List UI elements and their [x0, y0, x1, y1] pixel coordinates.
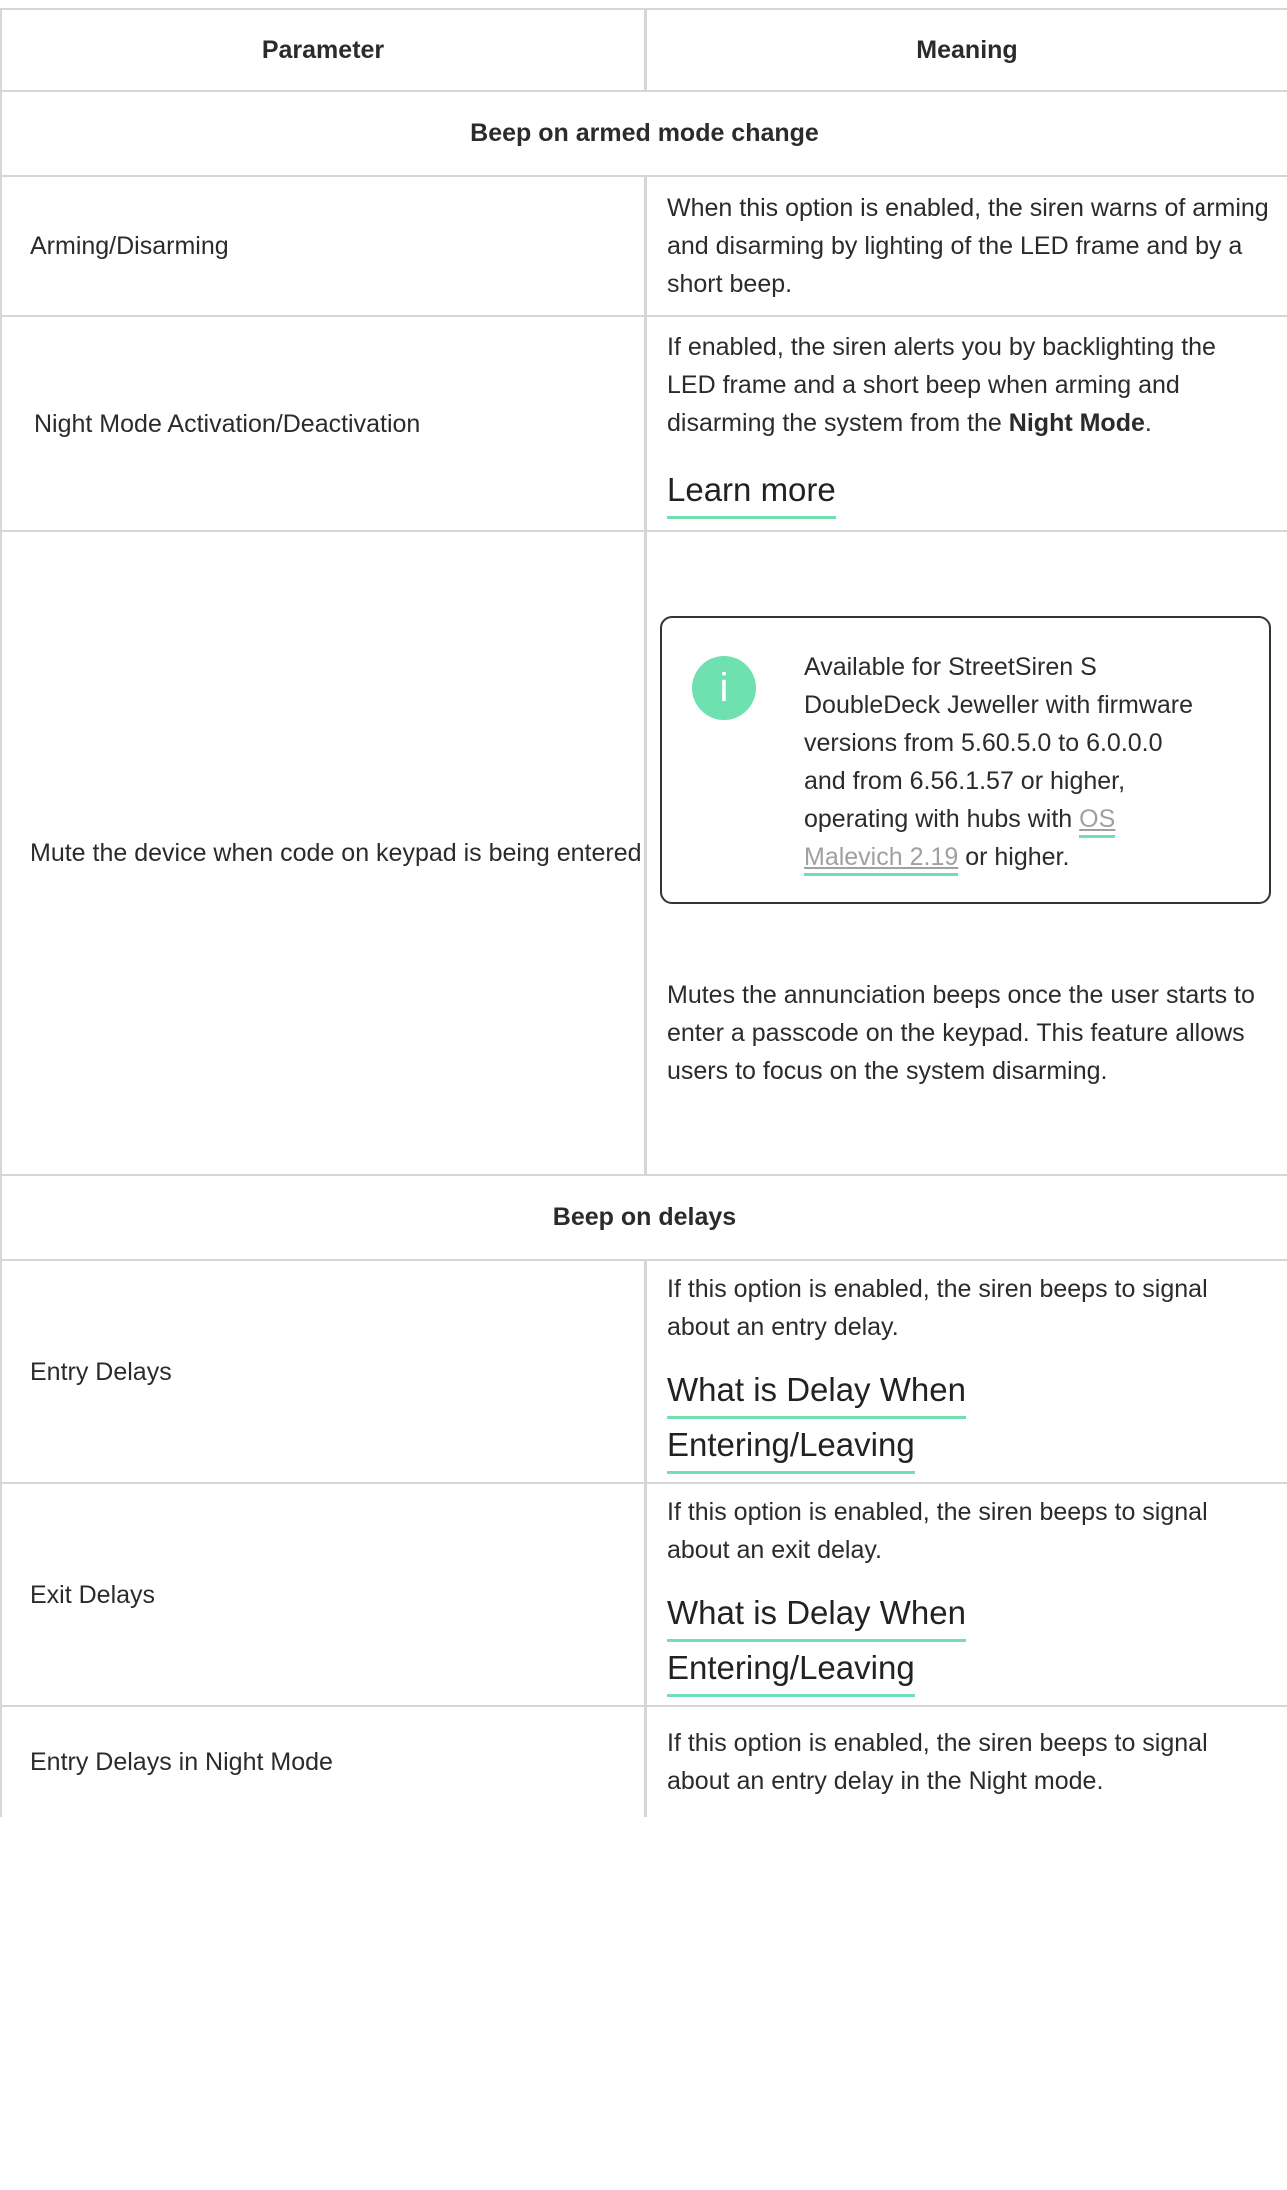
delay-info-link-line1[interactable]: What is Delay When: [667, 1364, 966, 1419]
param-arming: Arming/Disarming: [2, 177, 647, 315]
meaning-entry-delays-night: If this option is enabled, the siren bee…: [647, 1707, 1287, 1817]
table-row-entry-delays: Entry Delays If this option is enabled, …: [2, 1261, 1287, 1484]
table-row-night-mode: Night Mode Activation/Deactivation If en…: [2, 317, 1287, 532]
delay-info-link-line1[interactable]: What is Delay When: [667, 1587, 966, 1642]
meaning-arming-text: When this option is enabled, the siren w…: [667, 194, 1269, 298]
section-delays: Beep on delays: [2, 1176, 1287, 1261]
param-mute: Mute the device when code on keypad is b…: [2, 532, 647, 1174]
callout-text-end: or higher.: [958, 843, 1070, 871]
meaning-mute: i Available for StreetSiren S DoubleDeck…: [647, 532, 1287, 1174]
param-entry-delays: Entry Delays: [2, 1261, 647, 1482]
meaning-entry-delays: If this option is enabled, the siren bee…: [647, 1261, 1287, 1482]
meaning-night-text: If enabled, the siren alerts you by back…: [667, 328, 1269, 442]
table-row-entry-delays-night: Entry Delays in Night Mode If this optio…: [2, 1707, 1287, 1817]
meaning-exit-delays: If this option is enabled, the siren bee…: [647, 1484, 1287, 1705]
meaning-night-text-end: .: [1144, 409, 1152, 437]
header-parameter: Parameter: [2, 10, 647, 90]
param-exit-delays: Exit Delays: [2, 1484, 647, 1705]
settings-table: Parameter Meaning Beep on armed mode cha…: [0, 8, 1287, 1817]
delay-info-link-line2[interactable]: Entering/Leaving: [667, 1419, 915, 1474]
meaning-arming: When this option is enabled, the siren w…: [647, 177, 1287, 315]
meaning-mute-text: Mutes the annunciation beeps once the us…: [667, 981, 1255, 1085]
learn-more-link[interactable]: Learn more: [667, 464, 836, 519]
callout-text: Available for StreetSiren S DoubleDeck J…: [804, 648, 1196, 876]
table-row-exit-delays: Exit Delays If this option is enabled, t…: [2, 1484, 1287, 1707]
info-icon: i: [692, 656, 756, 720]
table-row-arming: Arming/Disarming When this option is ena…: [2, 177, 1287, 317]
delay-info-link-line2[interactable]: Entering/Leaving: [667, 1642, 915, 1697]
meaning-exit-text: If this option is enabled, the siren bee…: [667, 1497, 1208, 1564]
night-mode-term: Night Mode: [1008, 409, 1145, 437]
meaning-night-mode: If enabled, the siren alerts you by back…: [647, 317, 1287, 530]
info-callout: i Available for StreetSiren S DoubleDeck…: [660, 616, 1271, 904]
meaning-entry-text: If this option is enabled, the siren bee…: [667, 1274, 1208, 1341]
header-meaning: Meaning: [916, 36, 1018, 64]
section-armed-mode: Beep on armed mode change: [2, 92, 1287, 177]
callout-text-start: Available for StreetSiren S DoubleDeck J…: [804, 653, 1194, 833]
meaning-entry-night-text: If this option is enabled, the siren bee…: [667, 1729, 1208, 1795]
table-header-row: Parameter Meaning: [2, 10, 1287, 92]
table-row-mute: Mute the device when code on keypad is b…: [2, 532, 1287, 1176]
param-night-mode: Night Mode Activation/Deactivation: [2, 317, 647, 530]
param-entry-delays-night: Entry Delays in Night Mode: [2, 1707, 647, 1817]
